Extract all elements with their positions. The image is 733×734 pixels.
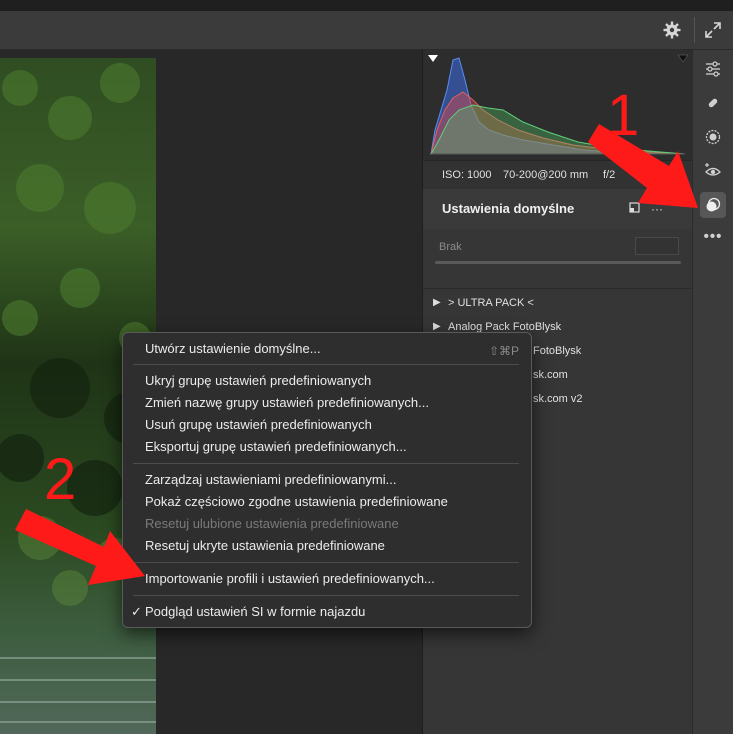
- preset-group[interactable]: ▶ > ULTRA PACK <: [423, 291, 693, 315]
- menu-item-create-preset[interactable]: Utwórz ustawienie domyślne...: [145, 338, 321, 360]
- amount-control: Brak: [423, 229, 693, 281]
- preset-group-label: sk.com: [533, 369, 568, 381]
- checkmark-icon: ✓: [131, 604, 142, 619]
- menu-item-import-profiles[interactable]: Importowanie profili i ustawień predefin…: [145, 568, 435, 590]
- amount-slider[interactable]: [435, 261, 681, 264]
- menu-separator: [133, 562, 519, 563]
- presets-title: Ustawienia domyślne: [442, 201, 575, 216]
- iso-value: ISO: 1000: [442, 169, 492, 181]
- annotation-step-2: 2: [44, 447, 77, 512]
- gear-icon[interactable]: [661, 19, 683, 41]
- presets-icon[interactable]: [700, 192, 726, 218]
- menu-separator: [133, 364, 519, 365]
- toolbar-divider: [694, 17, 695, 43]
- more-icon[interactable]: •••: [700, 224, 726, 250]
- edit-sliders-icon[interactable]: [700, 56, 726, 82]
- red-eye-icon[interactable]: [700, 158, 726, 184]
- menu-item-reset-favorites: Resetuj ulubione ustawienia predefiniowa…: [145, 516, 399, 531]
- menu-item-show-partial[interactable]: Pokaż częściowo zgodne ustawienia predef…: [145, 491, 448, 513]
- presets-header: Ustawienia domyślne ···: [423, 189, 693, 229]
- menu-separator: [133, 463, 519, 464]
- menu-item-reset-hidden[interactable]: Resetuj ukryte ustawienia predefiniowane: [145, 535, 385, 557]
- preset-group-label: sk.com v2: [533, 393, 583, 405]
- preset-group-label: FotoBlysk: [533, 345, 582, 357]
- histogram: [423, 50, 693, 160]
- menu-item-hide-group[interactable]: Ukryj grupę ustawień predefiniowanych: [145, 370, 371, 392]
- new-preset-icon[interactable]: [629, 202, 640, 216]
- shadow-clipping-icon: [428, 55, 438, 62]
- amount-label: Brak: [439, 241, 462, 253]
- top-toolbar: [0, 11, 733, 50]
- menu-item-hover-preview[interactable]: Podgląd ustawień SI w formie najazdu: [145, 601, 365, 623]
- masking-icon[interactable]: [700, 124, 726, 150]
- amount-value-field[interactable]: [635, 237, 679, 255]
- menu-item-manage-presets[interactable]: Zarządzaj ustawieniami predefiniowanymi.…: [145, 469, 396, 491]
- aperture-value: f/2: [603, 169, 616, 181]
- expand-icon[interactable]: [702, 19, 724, 41]
- menu-item-delete-group[interactable]: Usuń grupę ustawień predefiniowanych: [145, 414, 372, 436]
- preset-group-label: > ULTRA PACK <: [448, 297, 534, 309]
- menu-separator: [133, 595, 519, 596]
- highlight-clipping-icon: [677, 54, 689, 63]
- menu-shortcut-create-preset: ⇧⌘P: [488, 344, 519, 358]
- right-toolbar: •••: [692, 50, 733, 734]
- preset-context-menu: Utwórz ustawienie domyślne... ⇧⌘P Ukryj …: [122, 332, 532, 628]
- lens-value: 70-200@200 mm: [503, 169, 589, 181]
- presets-menu-icon[interactable]: ···: [651, 202, 663, 216]
- annotation-step-1: 1: [607, 83, 640, 148]
- menu-item-export-group[interactable]: Eksportuj grupę ustawień predefiniowanyc…: [145, 436, 407, 458]
- expand-triangle-icon: ▶: [433, 297, 441, 308]
- menu-item-rename-group[interactable]: Zmień nazwę grupy ustawień predefiniowan…: [145, 392, 429, 414]
- camera-info-bar: ISO: 1000 70-200@200 mm f/2: [423, 160, 693, 190]
- healing-bandage-icon[interactable]: [700, 90, 726, 116]
